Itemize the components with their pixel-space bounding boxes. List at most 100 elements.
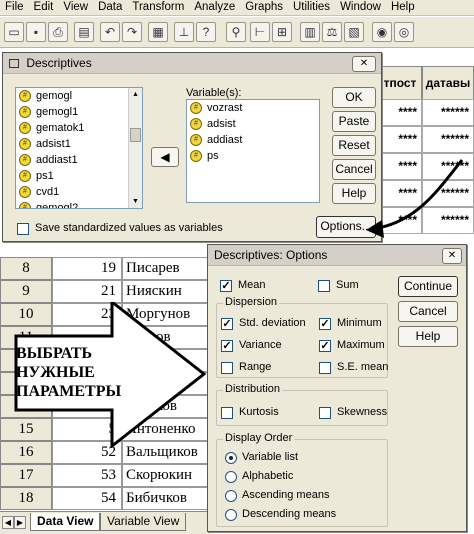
descriptives-dialog: Descriptives ✕ # gemogl # gemogl1 # gematok… [2,52,382,242]
redo-icon[interactable]: ↷ [122,22,142,42]
row-number[interactable]: 9 [0,280,52,303]
row-number[interactable]: 8 [0,257,52,280]
menu-graphs[interactable]: Graphs [240,0,288,15]
cancel-button[interactable]: Cancel [398,301,458,322]
variables-icon[interactable]: ? [196,22,216,42]
row-number[interactable]: 18 [0,487,52,510]
menu-edit[interactable]: Edit [29,0,59,15]
scroll-thumb[interactable] [130,128,141,142]
print-icon[interactable]: ⎙ [48,22,68,42]
save-icon[interactable]: ▪ [26,22,46,42]
close-icon[interactable]: ✕ [352,56,376,72]
menu-help[interactable]: Help [386,0,420,15]
move-variable-button[interactable]: ◀ [151,147,179,167]
list-item[interactable]: # gemogl [16,88,142,104]
column-header-datavy[interactable]: датавы [422,66,474,100]
ok-button[interactable]: OK [332,87,376,108]
std-deviation-checkbox[interactable]: ✓ [221,318,233,330]
grid-cell[interactable]: 21 [52,280,122,303]
variable-list-radio[interactable] [225,452,237,464]
list-item[interactable]: # ps [187,148,319,164]
row-number[interactable]: 17 [0,464,52,487]
menu-utilities[interactable]: Utilities [288,0,335,15]
split-file-icon[interactable]: ▥ [300,22,320,42]
kurtosis-checkbox[interactable] [221,407,233,419]
menu-data[interactable]: Data [93,0,127,15]
tab-scroll-left-icon[interactable]: ◀ [2,516,14,529]
grid-cell[interactable]: Нияскин [122,280,215,303]
sum-checkbox[interactable] [318,280,330,292]
tab-variable-view[interactable]: Variable View [100,513,187,531]
dialog-recall-icon[interactable]: ▤ [74,22,94,42]
grid-cell[interactable]: **** [378,126,422,153]
skewness-checkbox[interactable] [319,407,331,419]
select-cases-icon[interactable]: ▧ [344,22,364,42]
grid-cell[interactable]: Скорюкин [122,464,215,487]
menu-analyze[interactable]: Analyze [189,0,240,15]
goto-chart-icon[interactable]: ▦ [148,22,168,42]
list-item[interactable]: # adsist [187,116,319,132]
list-item[interactable]: # ps1 [16,168,142,184]
goto-case-icon[interactable]: ⊥ [174,22,194,42]
menu-transform[interactable]: Transform [127,0,189,15]
grid-cell[interactable]: Писарев [122,257,215,280]
grid-cell[interactable]: Бибичков [122,487,215,510]
list-item[interactable]: # gemogl1 [16,104,142,120]
undo-icon[interactable]: ↶ [100,22,120,42]
descriptives-titlebar: Descriptives [3,53,381,74]
grid-cell[interactable]: 19 [52,257,122,280]
menu-window[interactable]: Window [335,0,386,15]
list-item[interactable]: # adsist1 [16,136,142,152]
variance-checkbox[interactable]: ✓ [221,340,233,352]
scroll-down-icon[interactable]: ▼ [129,195,142,208]
range-label: Range [239,361,272,373]
minimum-checkbox[interactable]: ✓ [319,318,331,330]
weight-cases-icon[interactable]: ⚖ [322,22,342,42]
close-icon[interactable]: ✕ [442,248,462,264]
scale-variable-icon: # [190,102,202,114]
save-standardized-checkbox[interactable] [17,223,29,235]
help-button[interactable]: Help [398,326,458,347]
range-checkbox[interactable] [221,362,233,374]
alphabetic-radio[interactable] [225,471,237,483]
list-scrollbar[interactable]: ▲ ▼ [128,88,142,208]
ascending-means-radio[interactable] [225,490,237,502]
open-icon[interactable]: ▭ [4,22,24,42]
kurtosis-label: Kurtosis [239,406,279,418]
menu-file[interactable]: File [0,0,29,15]
tab-scroll-right-icon[interactable]: ▶ [14,516,26,529]
insert-cases-icon[interactable]: ⊢ [250,22,270,42]
value-labels-icon[interactable]: ◉ [372,22,392,42]
grid-cell[interactable]: 53 [52,464,122,487]
list-item[interactable]: # gematok1 [16,120,142,136]
list-item[interactable]: # addiast1 [16,152,142,168]
grid-cell[interactable]: 54 [52,487,122,510]
tab-data-view[interactable]: Data View [30,513,101,531]
paste-button[interactable]: Paste [332,111,376,132]
menu-view[interactable]: View [58,0,93,15]
descending-means-radio[interactable] [225,509,237,521]
selected-variable-list[interactable]: # vozrast # adsist # addiast # ps [186,99,320,203]
insert-variable-icon[interactable]: ⊞ [272,22,292,42]
mean-checkbox[interactable]: ✓ [220,280,232,292]
continue-button[interactable]: Continue [398,276,458,297]
maximum-checkbox[interactable]: ✓ [319,340,331,352]
list-item[interactable]: # cvd1 [16,184,142,200]
grid-cell[interactable]: **** [378,99,422,126]
display-order-group: Display Order Variable list Alphabetic A… [216,432,388,527]
find-icon[interactable]: ⚲ [226,22,246,42]
descriptives-title: Descriptives [26,56,92,70]
scroll-up-icon[interactable]: ▲ [129,88,142,101]
list-item[interactable]: # gemogl2 [16,200,142,208]
column-header-tpost[interactable]: тпост [378,66,422,100]
dialog-icon [9,59,19,68]
alphabetic-label: Alphabetic [242,470,294,482]
list-item[interactable]: # vozrast [187,100,319,116]
se-mean-checkbox[interactable] [319,362,331,374]
grid-cell[interactable]: ****** [422,99,474,126]
use-sets-icon[interactable]: ◎ [394,22,414,42]
list-item[interactable]: # addiast [187,132,319,148]
grid-cell[interactable]: ****** [422,126,474,153]
distribution-group: Distribution Kurtosis Skewness [216,383,388,426]
source-variable-list[interactable]: # gemogl # gemogl1 # gematok1 # adsist1 # add… [15,87,143,209]
